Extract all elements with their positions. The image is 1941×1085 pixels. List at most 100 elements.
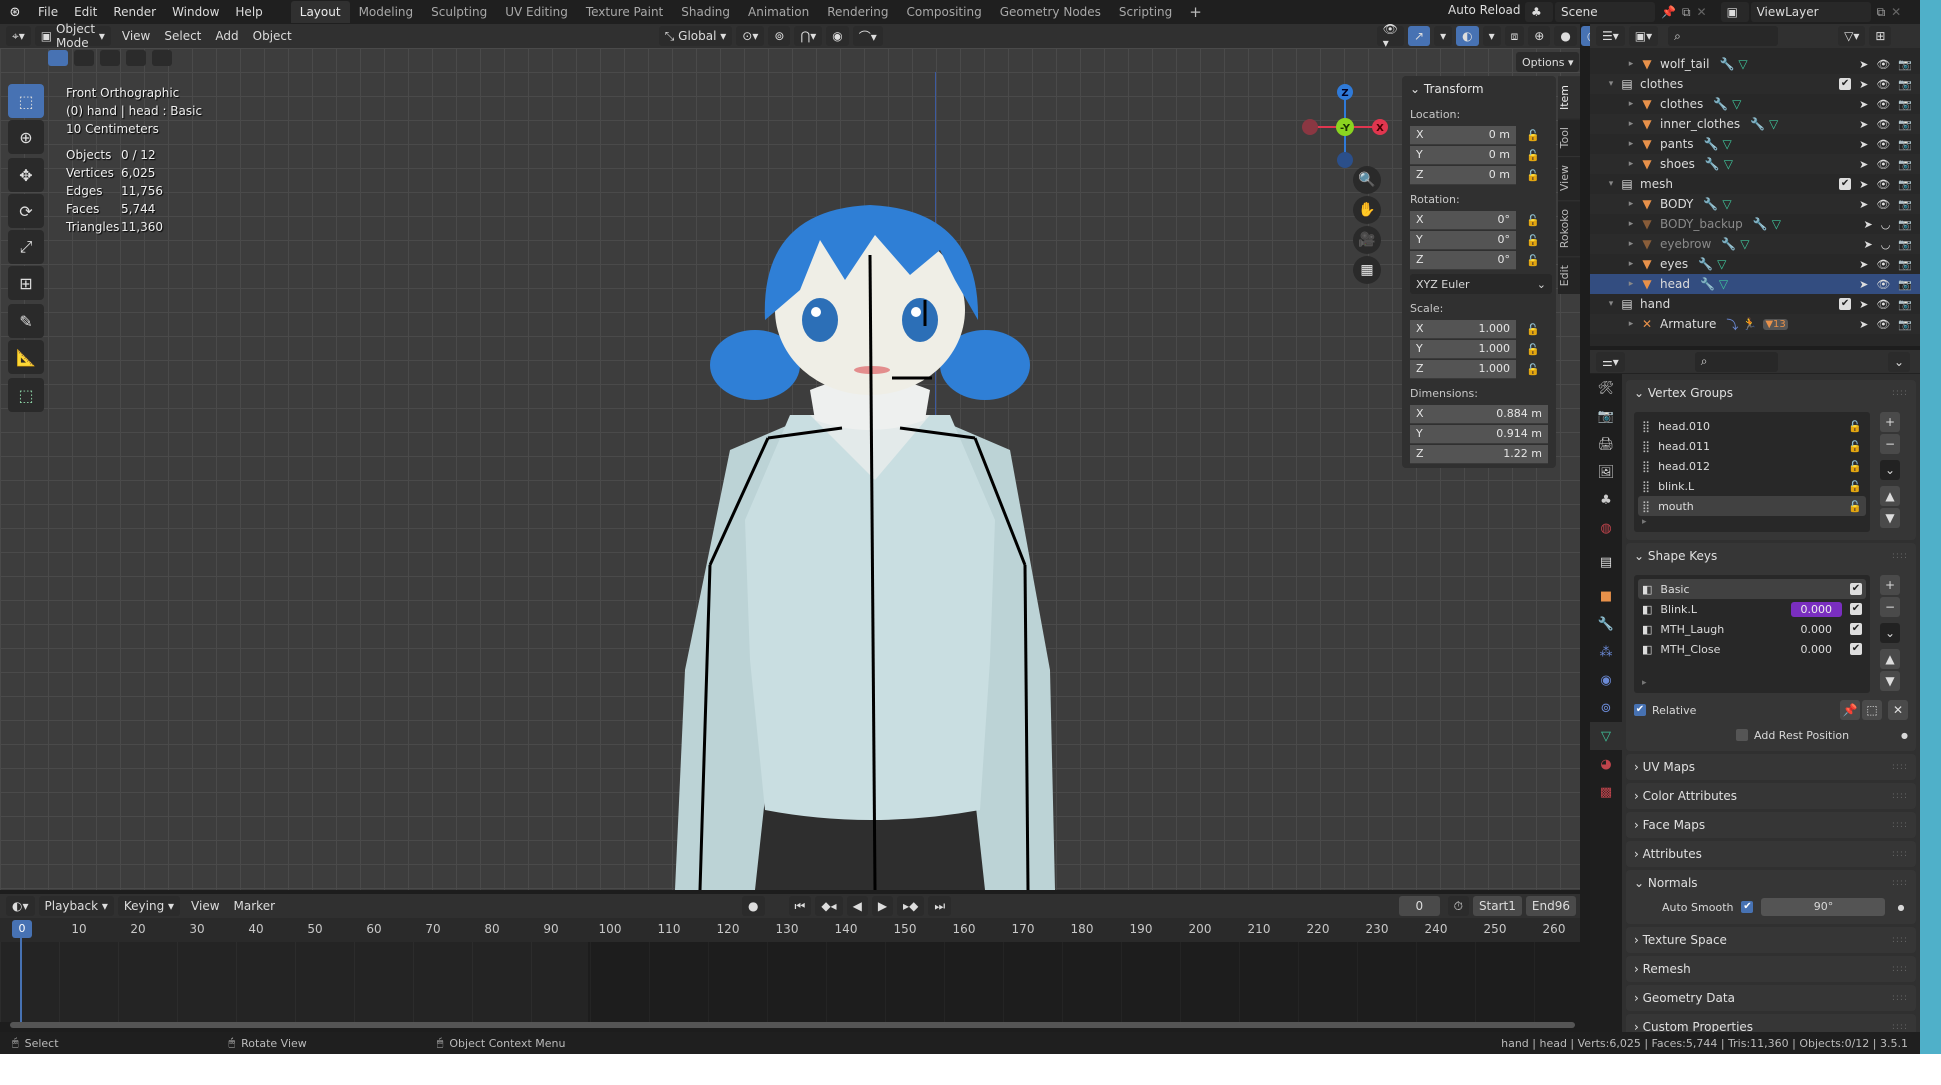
outliner-collection-row[interactable]: ▾ ▤ clothes ✔ ➤ 👁 📷	[1590, 74, 1920, 94]
outliner-object-row[interactable]: ▸ ▼ eyes 🔧 ▽ ➤ 👁 📷	[1590, 254, 1920, 274]
move-down-button[interactable]: ▼	[1880, 508, 1900, 528]
shape-key-specials-button[interactable]: ⌄	[1880, 623, 1900, 643]
lock-icon[interactable]: 🔓	[1848, 480, 1862, 493]
new-collection-icon[interactable]: ⊞	[1869, 26, 1892, 46]
texture-tab-icon[interactable]: ▩	[1590, 778, 1622, 806]
play-reverse-button[interactable]: ◀	[846, 896, 868, 916]
shape-keys-header[interactable]: ⌄ Shape Keys::::	[1626, 543, 1916, 569]
camera-render-icon[interactable]: 📷	[1898, 98, 1912, 111]
modifier-icon[interactable]: 🔧	[1705, 157, 1720, 171]
move-up-button[interactable]: ▲	[1880, 649, 1900, 669]
play-button[interactable]: ▶	[871, 896, 894, 916]
face-maps-panel[interactable]: › Face Maps::::	[1626, 812, 1916, 838]
object-tab-icon[interactable]: ■	[1590, 582, 1622, 610]
measure-tool[interactable]: 📐	[8, 340, 44, 374]
camera-render-icon[interactable]: 📷	[1898, 138, 1912, 151]
scale-x-field[interactable]: X 1.000	[1410, 319, 1516, 339]
lock-icon[interactable]: 🔓	[1526, 169, 1540, 182]
annotate-tool[interactable]: ✎	[8, 304, 44, 338]
modifier-icon[interactable]: 🔧	[1704, 137, 1719, 151]
grip-icon[interactable]: ::::	[1892, 388, 1908, 398]
scale-z-field[interactable]: Z 1.000	[1410, 359, 1516, 379]
mesh-data-icon[interactable]: ▽	[1740, 237, 1749, 251]
eye-icon[interactable]: ◡	[1881, 238, 1891, 251]
exclude-checkbox[interactable]: ✔	[1839, 177, 1852, 190]
grip-icon[interactable]: ::::	[1892, 791, 1908, 801]
camera-render-icon[interactable]: 📷	[1898, 198, 1912, 211]
modifier-icon[interactable]: 🔧	[1700, 277, 1715, 291]
location-x-field[interactable]: X 0 m	[1410, 125, 1516, 145]
snap-toggle[interactable]: ⊚	[768, 26, 791, 46]
view-layer-field[interactable]: ViewLayer	[1750, 2, 1871, 22]
preview-range-icon[interactable]: ⏱	[1447, 896, 1469, 916]
eye-icon[interactable]: 👁	[1876, 98, 1890, 111]
3d-viewport[interactable]: Options ▾ Front Orthographic (0) hand | …	[0, 48, 1580, 890]
scale-y-field[interactable]: Y 1.000	[1410, 339, 1516, 359]
jump-to-start-button[interactable]: ⏮	[788, 896, 812, 916]
playhead-frame-label[interactable]: 0	[12, 920, 32, 938]
grip-icon[interactable]: ::::	[1892, 993, 1908, 1003]
relative-checkbox[interactable]: ✔	[1634, 704, 1646, 716]
rotation-x-field[interactable]: X 0°	[1410, 210, 1516, 230]
eye-icon[interactable]: 👁	[1876, 258, 1890, 271]
outliner-collection-row[interactable]: ▾ ▤ mesh ✔ ➤ 👁 📷	[1590, 174, 1920, 194]
zoom-icon[interactable]: 🔍	[1353, 166, 1381, 194]
end-frame-field[interactable]: End 96	[1525, 896, 1576, 916]
gizmo-dropdown[interactable]: ▾	[1434, 26, 1453, 46]
camera-render-icon[interactable]: 📷	[1898, 218, 1912, 231]
child-objects-badge[interactable]: ▼13	[1763, 318, 1788, 330]
shading-wireframe[interactable]: ⊕	[1528, 26, 1551, 46]
delete-scene-icon[interactable]: ✕	[1697, 5, 1707, 19]
mesh-data-icon[interactable]: ▽	[1732, 97, 1741, 111]
vertex-group-specials-button[interactable]: ⌄	[1880, 460, 1900, 480]
outliner-object-row[interactable]: ▸ ▼ shoes 🔧 ▽ ➤ 👁 📷	[1590, 154, 1920, 174]
particles-tab-icon[interactable]: ⁂	[1590, 638, 1622, 666]
expand-arrow-icon[interactable]: ▸	[1624, 279, 1638, 289]
outliner-search[interactable]: ⌕	[1668, 26, 1779, 46]
snap-target-button[interactable]: ⋂▾	[794, 26, 823, 46]
properties-search[interactable]: ⌕	[1694, 351, 1778, 372]
outliner-object-row[interactable]: ▸ ▼ head 🔧 ▽ ➤ 👁 📷	[1590, 274, 1920, 294]
lock-icon[interactable]: 🔓	[1848, 500, 1862, 513]
shape-key-value-field[interactable]: 0.000	[1801, 623, 1833, 636]
mode-selector[interactable]: ▣ Object Mode ▾	[34, 22, 111, 50]
auto-keying-toggle[interactable]: ●	[742, 896, 765, 916]
expand-arrow-icon[interactable]: ▸	[1624, 59, 1638, 69]
tab-rokoko[interactable]: Rokoko	[1558, 199, 1580, 256]
armature-data-icon[interactable]: 🏃	[1742, 317, 1757, 331]
move-up-button[interactable]: ▲	[1880, 486, 1900, 506]
delete-view-layer-icon[interactable]: ✕	[1891, 5, 1901, 19]
transform-tool[interactable]: ⊞	[8, 266, 44, 300]
add-shape-key-button[interactable]: +	[1880, 575, 1900, 595]
output-tab-icon[interactable]: 🖨	[1590, 430, 1622, 458]
expand-arrow-icon[interactable]: ▸	[1624, 119, 1638, 129]
camera-render-icon[interactable]: 📷	[1898, 178, 1912, 191]
cursor-tool[interactable]: ⊕	[8, 120, 44, 154]
location-y-field[interactable]: Y 0 m	[1410, 145, 1516, 165]
select-arrow-icon[interactable]: ➤	[1859, 138, 1868, 151]
select-invert-icon[interactable]	[126, 50, 146, 66]
uv-maps-panel[interactable]: › UV Maps::::	[1626, 754, 1916, 780]
timeline-view-menu[interactable]: View	[184, 899, 226, 913]
gizmo-toggle[interactable]: ↗	[1408, 26, 1431, 46]
filter-view-layer-button[interactable]: ▣▾	[1628, 26, 1659, 46]
select-arrow-icon[interactable]: ➤	[1859, 118, 1868, 131]
expand-arrow-icon[interactable]: ▸	[1624, 239, 1638, 249]
mesh-data-icon[interactable]: ▽	[1724, 157, 1733, 171]
outliner-collection-row[interactable]: ▾ ▤ hand ✔ ➤ 👁 📷	[1590, 294, 1920, 314]
eye-icon[interactable]: 👁	[1876, 318, 1890, 331]
camera-render-icon[interactable]: 📷	[1898, 238, 1912, 251]
timeline-ruler[interactable]: 10 20 30 40 50 60 70 80 90 100 110 120 130 140 150 160 1…	[0, 918, 1580, 942]
filter-icon[interactable]: ▽▾	[1838, 26, 1866, 46]
overlay-toggle[interactable]: ◐	[1456, 26, 1479, 46]
expand-arrow-icon[interactable]: ▾	[1604, 179, 1618, 189]
shape-key-value-field[interactable]: 0.000	[1801, 643, 1833, 656]
vertex-group-item-selected[interactable]: ⣿ mouth 🔓	[1638, 496, 1866, 516]
menu-add[interactable]: Add	[208, 29, 245, 43]
expand-arrow-icon[interactable]: ▸	[1624, 99, 1638, 109]
pin-icon[interactable]: 📌	[1661, 5, 1676, 19]
outliner-object-row[interactable]: ▸ ▼ clothes 🔧 ▽ ➤ 👁 📷	[1590, 94, 1920, 114]
list-expand-row[interactable]: ▸	[1638, 677, 1866, 689]
expand-arrow-icon[interactable]: ▸	[1624, 139, 1638, 149]
display-mode-button[interactable]: ☰▾	[1596, 26, 1625, 46]
